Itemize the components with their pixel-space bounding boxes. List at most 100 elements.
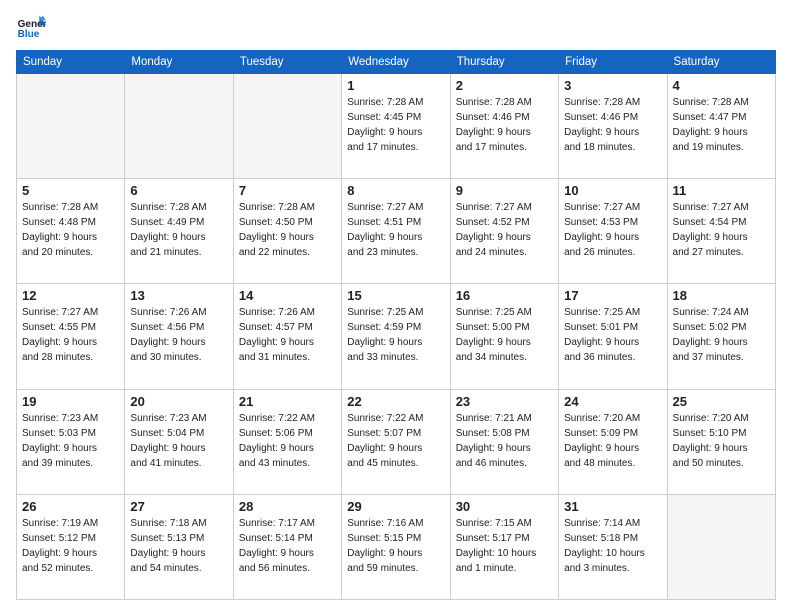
day-info: Sunrise: 7:28 AM Sunset: 4:49 PM Dayligh… <box>130 200 227 260</box>
calendar-cell: 14 Sunrise: 7:26 AM Sunset: 4:57 PM Dayli… <box>233 284 341 389</box>
day-info: Sunrise: 7:28 AM Sunset: 4:50 PM Dayligh… <box>239 200 336 260</box>
weekday-header-tuesday: Tuesday <box>233 51 341 74</box>
day-info: Sunrise: 7:24 AM Sunset: 5:02 PM Dayligh… <box>673 305 770 365</box>
day-info: Sunrise: 7:20 AM Sunset: 5:10 PM Dayligh… <box>673 411 770 471</box>
day-number: 9 <box>456 183 553 198</box>
day-number: 31 <box>564 499 661 514</box>
calendar-cell: 5Sunrise: 7:28 AM Sunset: 4:48 PM Daylig… <box>17 179 125 284</box>
day-number: 10 <box>564 183 661 198</box>
weekday-header-wednesday: Wednesday <box>342 51 450 74</box>
day-info: Sunrise: 7:22 AM Sunset: 5:07 PM Dayligh… <box>347 411 444 471</box>
day-number: 13 <box>130 288 227 303</box>
day-info: Sunrise: 7:20 AM Sunset: 5:09 PM Dayligh… <box>564 411 661 471</box>
week-row-2: 5Sunrise: 7:28 AM Sunset: 4:48 PM Daylig… <box>17 179 776 284</box>
calendar-cell: 12Sunrise: 7:27 AM Sunset: 4:55 PM Dayli… <box>17 284 125 389</box>
week-row-5: 26Sunrise: 7:19 AM Sunset: 5:12 PM Dayli… <box>17 494 776 599</box>
calendar-cell: 7 Sunrise: 7:28 AM Sunset: 4:50 PM Daylig… <box>233 179 341 284</box>
day-info: Sunrise: 7:14 AM Sunset: 5:18 PM Dayligh… <box>564 516 661 576</box>
page: General Blue SundayMondayTuesdayWednesda… <box>0 0 792 612</box>
calendar-cell: 13 Sunrise: 7:26 AM Sunset: 4:56 PM Dayli… <box>125 284 233 389</box>
day-info: Sunrise: 7:16 AM Sunset: 5:15 PM Dayligh… <box>347 516 444 576</box>
day-number: 11 <box>673 183 770 198</box>
svg-text:Blue: Blue <box>18 29 40 40</box>
day-info: Sunrise: 7:27 AM Sunset: 4:51 PM Dayligh… <box>347 200 444 260</box>
calendar-cell: 31 Sunrise: 7:14 AM Sunset: 5:18 PM Dayli… <box>559 494 667 599</box>
day-number: 6 <box>130 183 227 198</box>
day-number: 4 <box>673 78 770 93</box>
calendar-cell: 25 Sunrise: 7:20 AM Sunset: 5:10 PM Dayli… <box>667 389 775 494</box>
weekday-header-friday: Friday <box>559 51 667 74</box>
calendar-table: SundayMondayTuesdayWednesdayThursdayFrid… <box>16 50 776 600</box>
day-info: Sunrise: 7:23 AM Sunset: 5:03 PM Dayligh… <box>22 411 119 471</box>
day-number: 16 <box>456 288 553 303</box>
calendar-cell: 19 Sunrise: 7:23 AM Sunset: 5:03 PM Dayli… <box>17 389 125 494</box>
calendar-cell: 15Sunrise: 7:25 AM Sunset: 4:59 PM Dayli… <box>342 284 450 389</box>
day-info: Sunrise: 7:22 AM Sunset: 5:06 PM Dayligh… <box>239 411 336 471</box>
day-number: 27 <box>130 499 227 514</box>
day-info: Sunrise: 7:28 AM Sunset: 4:46 PM Dayligh… <box>564 95 661 155</box>
day-info: Sunrise: 7:27 AM Sunset: 4:52 PM Dayligh… <box>456 200 553 260</box>
day-info: Sunrise: 7:17 AM Sunset: 5:14 PM Dayligh… <box>239 516 336 576</box>
calendar-cell: 23 Sunrise: 7:21 AM Sunset: 5:08 PM Dayli… <box>450 389 558 494</box>
calendar-cell: 6 Sunrise: 7:28 AM Sunset: 4:49 PM Daylig… <box>125 179 233 284</box>
day-number: 14 <box>239 288 336 303</box>
day-info: Sunrise: 7:28 AM Sunset: 4:47 PM Dayligh… <box>673 95 770 155</box>
day-info: Sunrise: 7:26 AM Sunset: 4:56 PM Dayligh… <box>130 305 227 365</box>
day-info: Sunrise: 7:26 AM Sunset: 4:57 PM Dayligh… <box>239 305 336 365</box>
day-info: Sunrise: 7:21 AM Sunset: 5:08 PM Dayligh… <box>456 411 553 471</box>
weekday-header-sunday: Sunday <box>17 51 125 74</box>
calendar-cell: 2 Sunrise: 7:28 AM Sunset: 4:46 PM Daylig… <box>450 74 558 179</box>
calendar-cell: 30 Sunrise: 7:15 AM Sunset: 5:17 PM Dayli… <box>450 494 558 599</box>
calendar-cell: 22 Sunrise: 7:22 AM Sunset: 5:07 PM Dayli… <box>342 389 450 494</box>
weekday-header-thursday: Thursday <box>450 51 558 74</box>
calendar-cell <box>667 494 775 599</box>
day-number: 3 <box>564 78 661 93</box>
calendar-cell: 4 Sunrise: 7:28 AM Sunset: 4:47 PM Daylig… <box>667 74 775 179</box>
day-number: 28 <box>239 499 336 514</box>
day-info: Sunrise: 7:23 AM Sunset: 5:04 PM Dayligh… <box>130 411 227 471</box>
day-number: 12 <box>22 288 119 303</box>
calendar-cell: 8 Sunrise: 7:27 AM Sunset: 4:51 PM Daylig… <box>342 179 450 284</box>
logo-icon: General Blue <box>16 12 46 42</box>
calendar-cell <box>233 74 341 179</box>
day-number: 1 <box>347 78 444 93</box>
calendar-cell: 9 Sunrise: 7:27 AM Sunset: 4:52 PM Daylig… <box>450 179 558 284</box>
day-number: 2 <box>456 78 553 93</box>
calendar-cell: 1 Sunrise: 7:28 AM Sunset: 4:45 PM Daylig… <box>342 74 450 179</box>
day-number: 18 <box>673 288 770 303</box>
day-number: 22 <box>347 394 444 409</box>
week-row-4: 19 Sunrise: 7:23 AM Sunset: 5:03 PM Dayli… <box>17 389 776 494</box>
day-number: 7 <box>239 183 336 198</box>
day-number: 21 <box>239 394 336 409</box>
day-info: Sunrise: 7:18 AM Sunset: 5:13 PM Dayligh… <box>130 516 227 576</box>
day-info: Sunrise: 7:25 AM Sunset: 4:59 PM Dayligh… <box>347 305 444 365</box>
day-info: Sunrise: 7:19 AM Sunset: 5:12 PM Dayligh… <box>22 516 119 576</box>
calendar-cell: 18 Sunrise: 7:24 AM Sunset: 5:02 PM Dayli… <box>667 284 775 389</box>
day-number: 20 <box>130 394 227 409</box>
calendar-cell: 11 Sunrise: 7:27 AM Sunset: 4:54 PM Dayli… <box>667 179 775 284</box>
calendar-cell: 16Sunrise: 7:25 AM Sunset: 5:00 PM Dayli… <box>450 284 558 389</box>
day-number: 19 <box>22 394 119 409</box>
calendar-cell: 27 Sunrise: 7:18 AM Sunset: 5:13 PM Dayli… <box>125 494 233 599</box>
day-info: Sunrise: 7:28 AM Sunset: 4:46 PM Dayligh… <box>456 95 553 155</box>
week-row-3: 12Sunrise: 7:27 AM Sunset: 4:55 PM Dayli… <box>17 284 776 389</box>
calendar-cell: 10Sunrise: 7:27 AM Sunset: 4:53 PM Dayli… <box>559 179 667 284</box>
day-info: Sunrise: 7:28 AM Sunset: 4:45 PM Dayligh… <box>347 95 444 155</box>
weekday-header-saturday: Saturday <box>667 51 775 74</box>
logo: General Blue <box>16 12 50 42</box>
day-info: Sunrise: 7:27 AM Sunset: 4:54 PM Dayligh… <box>673 200 770 260</box>
calendar-cell <box>17 74 125 179</box>
day-number: 30 <box>456 499 553 514</box>
day-number: 24 <box>564 394 661 409</box>
day-number: 8 <box>347 183 444 198</box>
calendar-cell: 3 Sunrise: 7:28 AM Sunset: 4:46 PM Daylig… <box>559 74 667 179</box>
day-number: 25 <box>673 394 770 409</box>
weekday-header-row: SundayMondayTuesdayWednesdayThursdayFrid… <box>17 51 776 74</box>
day-info: Sunrise: 7:25 AM Sunset: 5:01 PM Dayligh… <box>564 305 661 365</box>
calendar-cell <box>125 74 233 179</box>
day-number: 23 <box>456 394 553 409</box>
day-number: 29 <box>347 499 444 514</box>
day-info: Sunrise: 7:28 AM Sunset: 4:48 PM Dayligh… <box>22 200 119 260</box>
calendar-cell: 17Sunrise: 7:25 AM Sunset: 5:01 PM Dayli… <box>559 284 667 389</box>
day-info: Sunrise: 7:15 AM Sunset: 5:17 PM Dayligh… <box>456 516 553 576</box>
